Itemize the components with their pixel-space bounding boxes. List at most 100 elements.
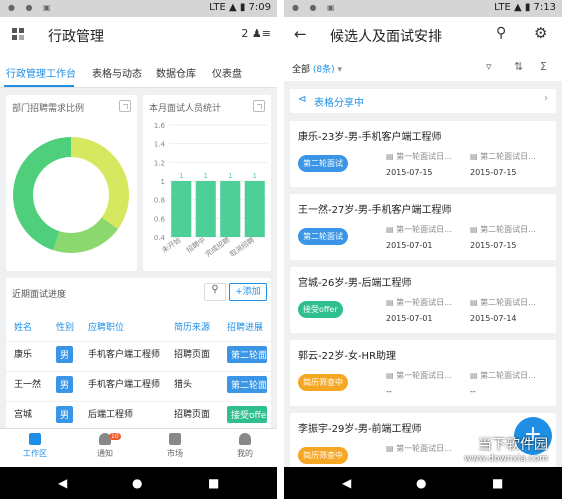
home-nav-icon[interactable]: ● xyxy=(416,476,426,490)
recents-nav-icon[interactable]: ■ xyxy=(208,476,219,490)
round2-label: ▤ 第二轮面试日... xyxy=(470,151,552,162)
nav-label: 市场 xyxy=(167,449,183,458)
candidate-card[interactable]: 王一然-27岁-男-手机客户端工程师 第二轮面试 ▤ 第一轮面试日... ▤ 第二轮面… xyxy=(290,194,556,260)
expand-icon[interactable] xyxy=(253,100,265,112)
notification-icons: ● ● ▣ xyxy=(8,3,55,12)
recents-nav-icon[interactable]: ■ xyxy=(492,476,503,490)
col-position: 应聘职位 xyxy=(88,323,125,333)
tab-workbench[interactable]: 行政管理工作台 xyxy=(6,65,76,80)
status-right: LTE ▲ ▮ 7:09 xyxy=(209,2,271,13)
round2-label: ▤ 第二轮面试日... xyxy=(470,370,552,381)
back-nav-icon[interactable]: ◀ xyxy=(342,476,351,490)
round1-label: ▤ 第一轮面试日... xyxy=(386,443,468,454)
settings-gear-icon[interactable]: ⚙ xyxy=(534,24,547,42)
data-label: 1 xyxy=(204,172,208,180)
cell-source: 猎头 xyxy=(174,380,193,390)
nav-label: 通知 xyxy=(97,449,113,458)
nav-me[interactable]: 我的 xyxy=(220,433,270,459)
nav-market[interactable]: 市场 xyxy=(150,433,200,459)
network-label: LTE xyxy=(209,2,226,13)
candidate-name: 李振宇-29岁-男-前端工程师 xyxy=(298,424,422,435)
round2-date: 2015-07-15 xyxy=(470,241,517,250)
candidate-card[interactable]: 宫城-26岁-男-后端工程师 接受offer ▤ 第一轮面试日... ▤ 第二轮面试日… xyxy=(290,267,556,333)
data-label: 1 xyxy=(253,172,257,180)
system-nav-bar: ◀ ● ■ xyxy=(0,467,277,499)
table-row[interactable]: 宫城 男 后端工程师 招聘页面 接受offe xyxy=(6,401,271,431)
status-badge: 第二轮面试 xyxy=(298,155,348,172)
cell-source: 招聘页面 xyxy=(174,410,211,420)
status-badge: 简历筛查中 xyxy=(298,374,348,391)
gender-badge: 男 xyxy=(56,346,74,363)
watermark-url: www.downxia.com xyxy=(464,454,548,464)
candidate-name: 宫城-26岁-男-后端工程师 xyxy=(298,278,412,289)
sort-icon[interactable]: ⇅ xyxy=(514,60,523,73)
round1-date: -- xyxy=(386,387,392,396)
calendar-icon: ▤ xyxy=(386,225,394,234)
sum-icon[interactable]: Σ xyxy=(540,60,547,73)
filter-all[interactable]: 全部 (8条) ▾ xyxy=(292,62,342,75)
nav-workspace[interactable]: 工作区 xyxy=(10,433,60,459)
clock: 7:13 xyxy=(533,2,556,13)
status-right: LTE ▲ ▮ 7:13 xyxy=(494,2,556,13)
cell-position: 后端工程师 xyxy=(88,410,134,420)
table-row[interactable]: 王一然 男 手机客户端工程师 猎头 第二轮面 xyxy=(6,371,271,401)
bag-icon xyxy=(169,433,181,445)
screen-divider xyxy=(277,0,284,499)
filter-funnel-icon[interactable]: ▿ xyxy=(486,60,492,73)
round2-date: 2015-07-15 xyxy=(470,168,517,177)
y-tick-label: 1.2 xyxy=(154,159,165,167)
page-title: 候选人及面试安排 xyxy=(330,29,442,45)
cell-position: 手机客户端工程师 xyxy=(88,380,161,390)
search-icon[interactable]: ⚲ xyxy=(204,283,226,301)
page-title: 行政管理 xyxy=(48,29,104,45)
bar xyxy=(195,181,216,237)
table-row[interactable]: 康乐 男 手机客户端工程师 招聘页面 第二轮面 xyxy=(6,341,271,371)
back-arrow-icon[interactable]: ← xyxy=(294,25,307,43)
candidate-name: 康乐-23岁-男-手机客户端工程师 xyxy=(298,132,442,143)
tab-data-warehouse[interactable]: 数据仓库 xyxy=(156,65,196,80)
data-label: 1 xyxy=(228,172,232,180)
tab-dashboard[interactable]: 仪表盘 xyxy=(212,65,242,80)
calendar-icon: ▤ xyxy=(386,371,394,380)
add-button[interactable]: +添加 xyxy=(229,283,267,301)
x-tick-label: 取消招聘 xyxy=(228,235,256,258)
round2-label: ▤ 第二轮面试日... xyxy=(470,224,552,235)
col-gender: 性别 xyxy=(56,323,75,333)
share-banner[interactable]: ⊲ 表格分享中 › xyxy=(290,89,556,113)
gender-badge: 男 xyxy=(56,406,74,423)
members-button[interactable]: 2 ♟≡ xyxy=(241,27,271,40)
notification-icons: ● ● ▣ xyxy=(292,3,339,12)
members-icon: ♟≡ xyxy=(251,27,271,40)
round1-text: 第一轮面试日... xyxy=(396,371,452,380)
round2-text: 第二轮面试日... xyxy=(480,225,536,234)
notification-badge: 10 xyxy=(109,433,121,440)
round2-text: 第二轮面试日... xyxy=(480,371,536,380)
nav-notifications[interactable]: 通知 10 xyxy=(80,433,130,459)
round2-label: ▤ 第二轮面试日... xyxy=(470,297,552,308)
round2-date: -- xyxy=(470,387,476,396)
tab-tables[interactable]: 表格与动态 xyxy=(92,65,142,80)
round1-text: 第一轮面试日... xyxy=(396,444,452,453)
round2-date: 2015-07-14 xyxy=(470,314,517,323)
status-badge: 简历筛查中 xyxy=(298,447,348,464)
home-nav-icon[interactable]: ● xyxy=(132,476,142,490)
watermark: 当下软件园 www.downxia.com xyxy=(464,434,548,464)
system-nav-bar: ◀ ● ■ xyxy=(284,467,562,499)
bar xyxy=(244,181,265,237)
search-icon[interactable]: ⚲ xyxy=(496,25,506,41)
candidate-card[interactable]: 康乐-23岁-男-手机客户端工程师 第二轮面试 ▤ 第一轮面试日... ▤ 第二轮面试… xyxy=(290,121,556,187)
share-label: 表格分享中 xyxy=(314,98,364,109)
round2-text: 第二轮面试日... xyxy=(480,152,536,161)
bar-chart: 1.61.41.210.80.60.41未开始1招聘中1完成招聘1取消招聘 xyxy=(154,122,267,259)
round1-date: 2015-07-01 xyxy=(386,241,433,250)
chevron-right-icon: › xyxy=(544,93,548,104)
app-grid-icon[interactable] xyxy=(12,28,25,41)
round2-text: 第二轮面试日... xyxy=(480,298,536,307)
expand-icon[interactable] xyxy=(119,100,131,112)
x-tick-label: 完成招聘 xyxy=(203,235,231,258)
candidate-card[interactable]: 郭云-22岁-女-HR助理 简历筛查中 ▤ 第一轮面试日... ▤ 第二轮面试日...… xyxy=(290,340,556,406)
calendar-icon: ▤ xyxy=(470,225,478,234)
screen-candidates: ● ● ▣ LTE ▲ ▮ 7:13 ← 候选人及面试安排 ⚲ ⚙ 全部 (8条… xyxy=(284,0,562,499)
back-nav-icon[interactable]: ◀ xyxy=(58,476,67,490)
cell-name: 康乐 xyxy=(14,350,33,360)
